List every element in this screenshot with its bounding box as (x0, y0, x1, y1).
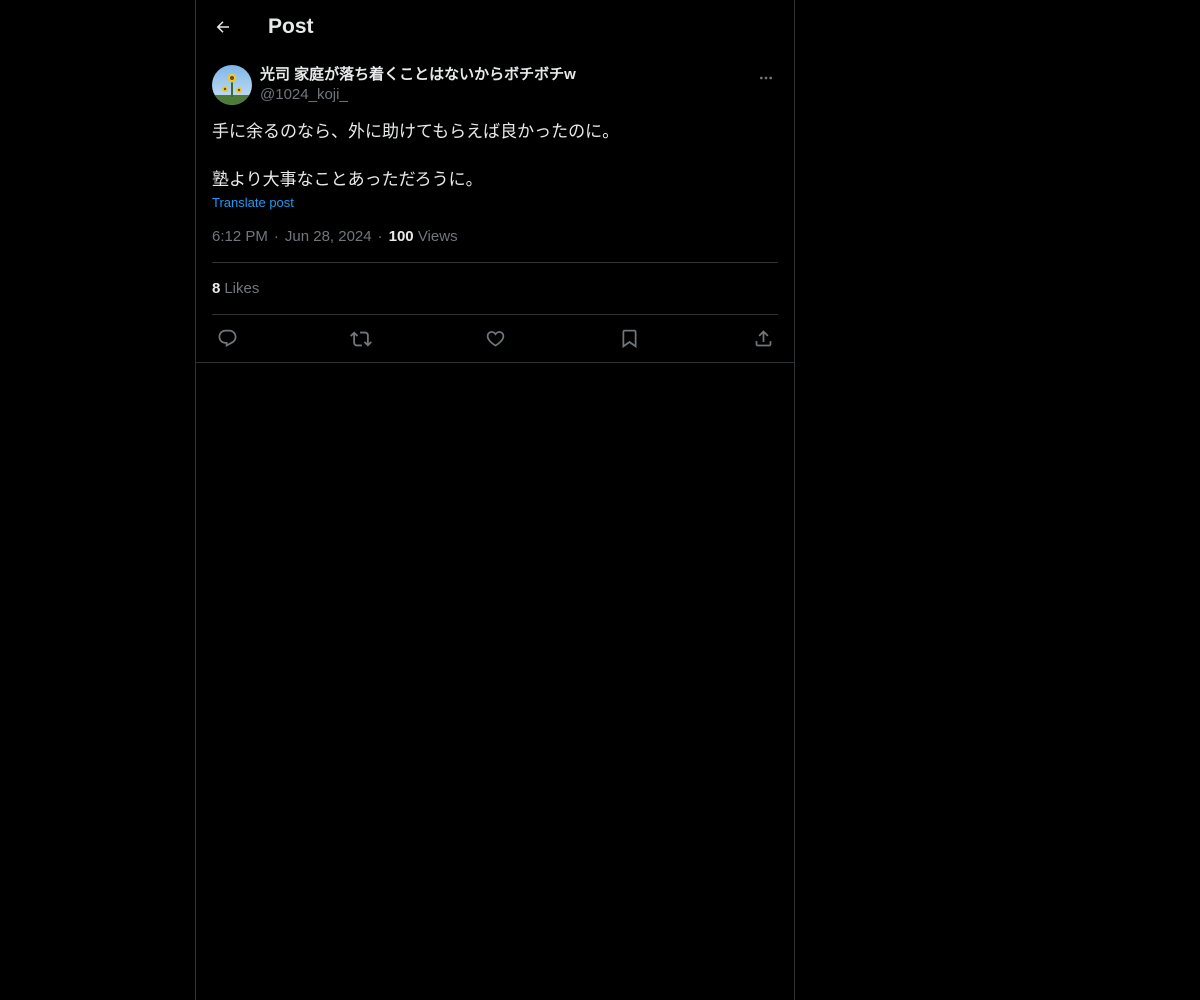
post-text-line: 塾より大事なことあっただろうに。 (212, 170, 483, 189)
more-options-button[interactable] (756, 68, 776, 88)
post-detail: 光司 家庭が落ち着くことはないからボチボチw @1024_koji_ 手に余るの… (196, 54, 794, 363)
post-time[interactable]: 6:12 PM (212, 228, 268, 245)
meta-separator: · (377, 228, 383, 245)
post-author-row: 光司 家庭が落ち着くことはないからボチボチw @1024_koji_ (212, 54, 778, 106)
share-button[interactable] (752, 328, 774, 350)
author-display-name[interactable]: 光司 家庭が落ち着くことはないからボチボチw (260, 65, 576, 85)
author-handle[interactable]: @1024_koji_ (260, 85, 576, 105)
page-title: Post (268, 15, 314, 38)
arrow-left-icon (216, 21, 229, 33)
post-date[interactable]: Jun 28, 2024 (285, 228, 372, 245)
avatar-image (212, 65, 252, 105)
bookmark-button[interactable] (618, 328, 640, 350)
page-header: Post (196, 0, 794, 54)
reply-button[interactable] (216, 328, 238, 350)
views-label: Views (417, 228, 458, 245)
reply-icon (218, 329, 236, 347)
post-text-line: 手に余るのなら、外に助けてもらえば良かったのに。 (212, 122, 620, 141)
post-text: 手に余るのなら、外に助けてもらえば良かったのに。 塾より大事なことあっただろうに… (212, 120, 778, 192)
translate-post-link[interactable]: Translate post (212, 194, 294, 212)
back-button[interactable] (212, 16, 234, 38)
likes-count: 8 (212, 280, 221, 297)
avatar[interactable] (212, 65, 252, 105)
repost-button[interactable] (350, 328, 372, 350)
share-icon (755, 330, 771, 347)
post-actions (212, 315, 778, 362)
meta-separator: · (273, 228, 279, 245)
more-horizontal-icon (760, 76, 772, 80)
likes-label: Likes (224, 280, 260, 297)
heart-icon (486, 331, 504, 347)
likes-stat[interactable]: 8 Likes (212, 263, 778, 315)
repost-icon (350, 331, 372, 346)
author-names: 光司 家庭が落ち着くことはないからボチボチw @1024_koji_ (260, 65, 576, 105)
views-count: 100 (388, 228, 414, 245)
bookmark-icon (622, 329, 636, 349)
post-meta: 6:12 PM · Jun 28, 2024 · 100 Views (212, 227, 778, 263)
main-column: Post 光司 家庭が落ち着くことはないからボチボチw @1024_koji_ … (195, 0, 795, 1000)
like-button[interactable] (484, 328, 506, 350)
